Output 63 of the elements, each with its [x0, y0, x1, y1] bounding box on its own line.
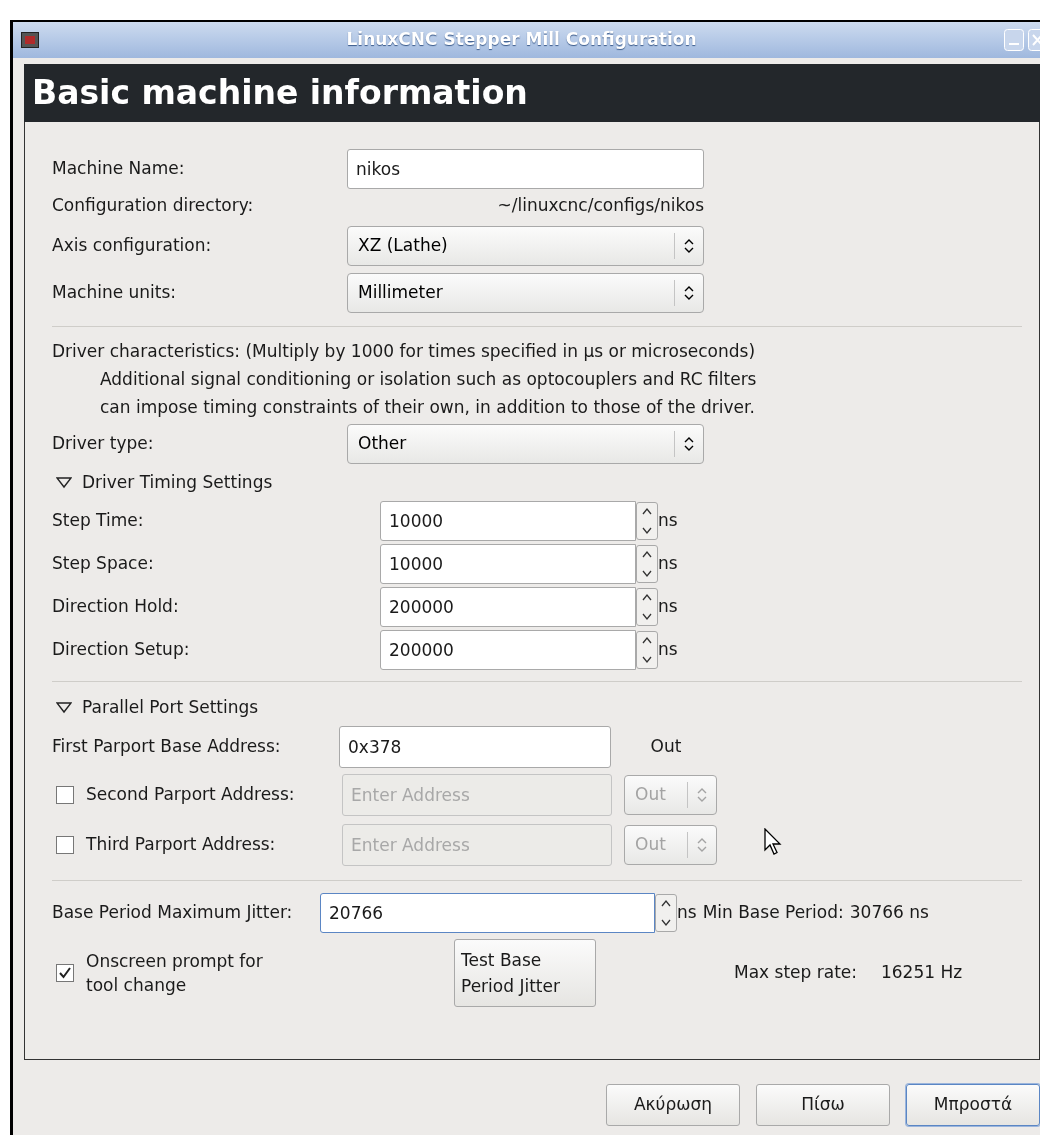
description-text: Additional signal conditioning or isolation such as optocouplers and RC filters	[99, 368, 758, 391]
field-label: Second Parport Address:	[86, 783, 296, 807]
unit-label: ns	[658, 594, 678, 618]
spin-buttons[interactable]	[636, 501, 658, 540]
field-label: Direction Hold:	[52, 594, 180, 618]
nav-button[interactable]: Πίσω	[756, 1084, 890, 1126]
number-field[interactable]: 200000	[380, 629, 636, 670]
chevron-icon	[684, 238, 694, 254]
description-text: can impose timing constraints of their own, in addition to those of the driver.	[99, 396, 756, 419]
unit-label: ns	[658, 551, 678, 575]
field-label: Step Space:	[52, 551, 155, 575]
min-period-label: Min Base Period:	[702, 901, 844, 925]
field-label: Base Period Maximum Jitter:	[52, 901, 294, 925]
nav-button[interactable]: Μπροστά	[906, 1084, 1040, 1126]
spin-buttons[interactable]	[636, 544, 658, 583]
page-heading: Basic machine information	[32, 72, 528, 115]
checkbox[interactable]	[56, 964, 74, 982]
description-text: Driver characteristics: (Multiply by 1000 for times specified in µs or microseconds)	[52, 340, 757, 363]
dropdown[interactable]: Millimeter	[347, 273, 704, 313]
max-step-rate-value: 16251 Hz	[881, 961, 963, 985]
checkbox-label: Onscreen prompt for tool change	[86, 950, 264, 997]
dropdown[interactable]: XZ (Lathe)	[347, 226, 704, 266]
number-field[interactable]: 200000	[380, 586, 636, 627]
unit-label: ns	[658, 637, 678, 661]
window-title: LinuxCNC Stepper Mill Configuration	[345, 28, 698, 52]
expander-triangle-icon[interactable]	[56, 477, 72, 489]
spin-buttons[interactable]	[636, 587, 658, 626]
spin-buttons[interactable]	[636, 630, 658, 669]
max-step-rate-label: Max step rate:	[734, 961, 857, 985]
field-label: Machine units:	[52, 281, 178, 305]
spin-buttons[interactable]	[655, 894, 677, 932]
section-title: Parallel Port Settings	[82, 696, 259, 720]
chevron-icon	[684, 285, 694, 301]
field-label: Machine Name:	[52, 157, 186, 181]
field-label: Direction Setup:	[52, 637, 191, 661]
nav-button[interactable]: Ακύρωση	[606, 1084, 740, 1126]
expander-triangle-icon[interactable]	[56, 702, 72, 714]
test-jitter-button[interactable]: Test Base Period Jitter	[454, 939, 596, 1007]
min-period-value: 30766 ns	[849, 901, 929, 925]
checkbox[interactable]	[56, 836, 74, 854]
field-label: Third Parport Address:	[86, 833, 277, 857]
checkbox[interactable]	[56, 786, 74, 804]
number-field[interactable]: 10000	[380, 543, 636, 584]
field-label: First Parport Base Address:	[52, 735, 282, 759]
field-label: Driver type:	[52, 432, 155, 456]
machine-name-field[interactable]: nikos	[347, 149, 704, 189]
jitter-field[interactable]: 20766	[320, 893, 655, 933]
section-title: Driver Timing Settings	[82, 471, 273, 495]
field-label: Axis configuration:	[52, 234, 213, 258]
address-field[interactable]: 0x378	[339, 726, 611, 768]
chevron-icon	[697, 787, 707, 803]
chevron-icon	[697, 837, 707, 853]
field-label: Configuration directory:	[52, 194, 255, 218]
mouse-pointer-icon	[764, 828, 782, 856]
dropdown[interactable]: Other	[347, 424, 704, 464]
directory-path: ~/linuxcnc/configs/nikos	[496, 194, 704, 218]
unit-label: ns	[658, 508, 678, 532]
unit-label: ns	[677, 901, 697, 925]
app-icon	[21, 32, 39, 48]
number-field[interactable]: 10000	[380, 500, 636, 541]
chevron-icon	[684, 436, 694, 452]
field-label: Step Time:	[52, 508, 145, 532]
direction-label: Out	[649, 735, 683, 759]
